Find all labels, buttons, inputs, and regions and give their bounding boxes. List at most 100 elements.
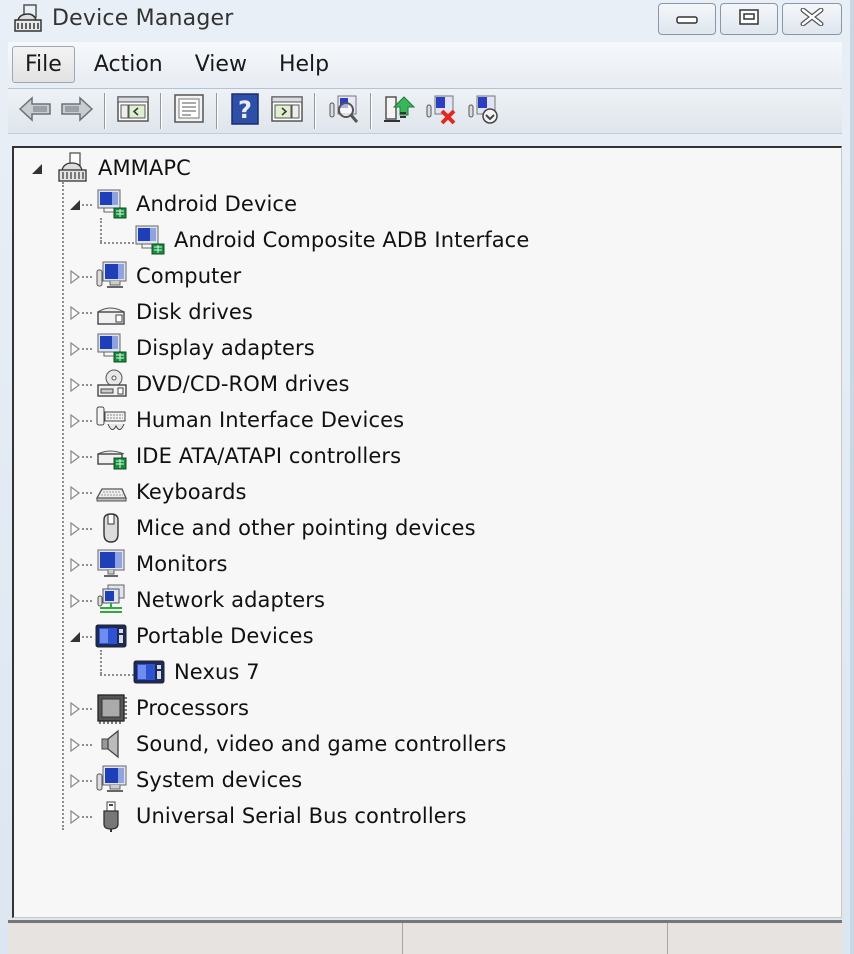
- tree-connector: [82, 348, 92, 350]
- expand-arrow-icon[interactable]: [68, 342, 82, 356]
- minimize-button[interactable]: [658, 3, 716, 35]
- update-driver-button[interactable]: [380, 92, 418, 130]
- expand-arrow-icon[interactable]: [68, 774, 82, 788]
- tree-device-label: Nexus 7: [174, 660, 260, 684]
- tree-connector: [82, 564, 92, 566]
- disk-drive-icon: [94, 296, 128, 328]
- tree-connector: [82, 600, 92, 602]
- status-bar: [8, 920, 842, 954]
- toolbar-separator: [216, 93, 218, 129]
- back-button[interactable]: [16, 92, 54, 130]
- tree-connector: [82, 492, 92, 494]
- toolbar-separator: [160, 93, 162, 129]
- computer-root-icon: [56, 152, 90, 184]
- collapse-arrow-icon[interactable]: [30, 162, 44, 176]
- tree-category-display-adapters[interactable]: Display adapters: [14, 330, 714, 366]
- speaker-icon: [94, 728, 128, 760]
- hid-icon: [94, 404, 128, 436]
- expand-arrow-icon[interactable]: [68, 270, 82, 284]
- minimize-icon: [676, 10, 698, 29]
- expand-arrow-icon[interactable]: [68, 522, 82, 536]
- menu-view[interactable]: View: [182, 46, 260, 83]
- title-bar[interactable]: Device Manager: [0, 0, 850, 40]
- tree-connector: [82, 636, 92, 638]
- tree-category-computer[interactable]: Computer: [14, 258, 714, 294]
- close-icon: [800, 7, 824, 30]
- properties-button[interactable]: [170, 92, 208, 130]
- tree-connector: [82, 816, 92, 818]
- tree-device-nexus-7[interactable]: Nexus 7: [14, 654, 714, 690]
- tree-category-disk-drives[interactable]: Disk drives: [14, 294, 714, 330]
- help-button[interactable]: ?: [226, 92, 264, 130]
- tree-connector: [82, 312, 92, 314]
- disable-device-icon: [466, 93, 500, 129]
- monitor-icon: [94, 548, 128, 580]
- uninstall-button[interactable]: [422, 92, 460, 130]
- tree-category-android-device[interactable]: Android Device: [14, 186, 714, 222]
- show-hide-action-pane-button[interactable]: [268, 92, 306, 130]
- ide-controller-icon: [94, 440, 128, 472]
- menu-file[interactable]: File: [12, 45, 75, 83]
- expand-arrow-icon[interactable]: [68, 414, 82, 428]
- tree-connector: [82, 276, 92, 278]
- menu-help[interactable]: Help: [266, 46, 342, 83]
- collapse-arrow-icon[interactable]: [68, 198, 82, 212]
- close-button[interactable]: [782, 3, 842, 35]
- expand-arrow-icon[interactable]: [68, 810, 82, 824]
- expand-arrow-icon[interactable]: [68, 486, 82, 500]
- expand-arrow-icon[interactable]: [68, 702, 82, 716]
- expand-arrow-icon[interactable]: [68, 738, 82, 752]
- display-adapter-icon: [94, 332, 128, 364]
- tree-category-ide-ata-atapi-controllers[interactable]: IDE ATA/ATAPI controllers: [14, 438, 714, 474]
- tree-category-monitors[interactable]: Monitors: [14, 546, 714, 582]
- android-device-icon: [94, 188, 128, 220]
- status-cell: [668, 923, 842, 954]
- tree-category-portable-devices[interactable]: Portable Devices: [14, 618, 714, 654]
- maximize-button[interactable]: [720, 3, 778, 35]
- tree-connector: [82, 708, 92, 710]
- tree-category-label: Disk drives: [136, 300, 253, 324]
- expand-arrow-icon[interactable]: [68, 450, 82, 464]
- tree-root-label: AMMAPC: [98, 156, 191, 180]
- maximize-icon: [739, 9, 759, 29]
- menu-action[interactable]: Action: [81, 46, 176, 83]
- portable-device-icon: [94, 620, 128, 652]
- tree-category-label: System devices: [136, 768, 303, 792]
- tree-category-universal-serial-bus-controllers[interactable]: Universal Serial Bus controllers: [14, 798, 714, 834]
- scan-hardware-changes-button[interactable]: [324, 92, 362, 130]
- tree-category-label: Display adapters: [136, 336, 315, 360]
- tree-category-human-interface-devices[interactable]: Human Interface Devices: [14, 402, 714, 438]
- disable-device-button[interactable]: [464, 92, 502, 130]
- tree-root-ammapc[interactable]: AMMAPC: [14, 150, 614, 186]
- expand-arrow-icon[interactable]: [68, 306, 82, 320]
- system-device-icon: [94, 764, 128, 796]
- device-tree[interactable]: AMMAPC Android Device Android Composite A…: [12, 146, 842, 918]
- tree-category-label: Portable Devices: [136, 624, 314, 648]
- expand-arrow-icon[interactable]: [68, 594, 82, 608]
- tree-category-sound-video-and-game-controllers[interactable]: Sound, video and game controllers: [14, 726, 714, 762]
- back-arrow-icon: [18, 96, 52, 126]
- dvd-drive-icon: [94, 368, 128, 400]
- expand-arrow-icon[interactable]: [68, 378, 82, 392]
- tree-category-dvd-cd-rom-drives[interactable]: DVD/CD-ROM drives: [14, 366, 714, 402]
- tree-category-keyboards[interactable]: Keyboards: [14, 474, 714, 510]
- computer-icon: [94, 260, 128, 292]
- update-driver-icon: [382, 93, 416, 129]
- tree-category-mice-and-other-pointing-devices[interactable]: Mice and other pointing devices: [14, 510, 714, 546]
- help-icon: ?: [231, 93, 259, 129]
- forward-button[interactable]: [58, 92, 96, 130]
- tree-category-processors[interactable]: Processors: [14, 690, 714, 726]
- toolbar-separator: [104, 93, 106, 129]
- tree-device-android-composite-adb-interface[interactable]: Android Composite ADB Interface: [14, 222, 714, 258]
- collapse-arrow-icon[interactable]: [68, 630, 82, 644]
- show-hide-console-tree-button[interactable]: [114, 92, 152, 130]
- tree-category-label: IDE ATA/ATAPI controllers: [136, 444, 402, 468]
- expand-arrow-icon[interactable]: [68, 558, 82, 572]
- window-controls: [658, 3, 842, 35]
- network-adapter-icon: [94, 584, 128, 616]
- tree-category-network-adapters[interactable]: Network adapters: [14, 582, 714, 618]
- tree-category-label: Computer: [136, 264, 242, 288]
- toolbar-separator: [370, 93, 372, 129]
- status-cell: [8, 923, 403, 954]
- tree-category-system-devices[interactable]: System devices: [14, 762, 714, 798]
